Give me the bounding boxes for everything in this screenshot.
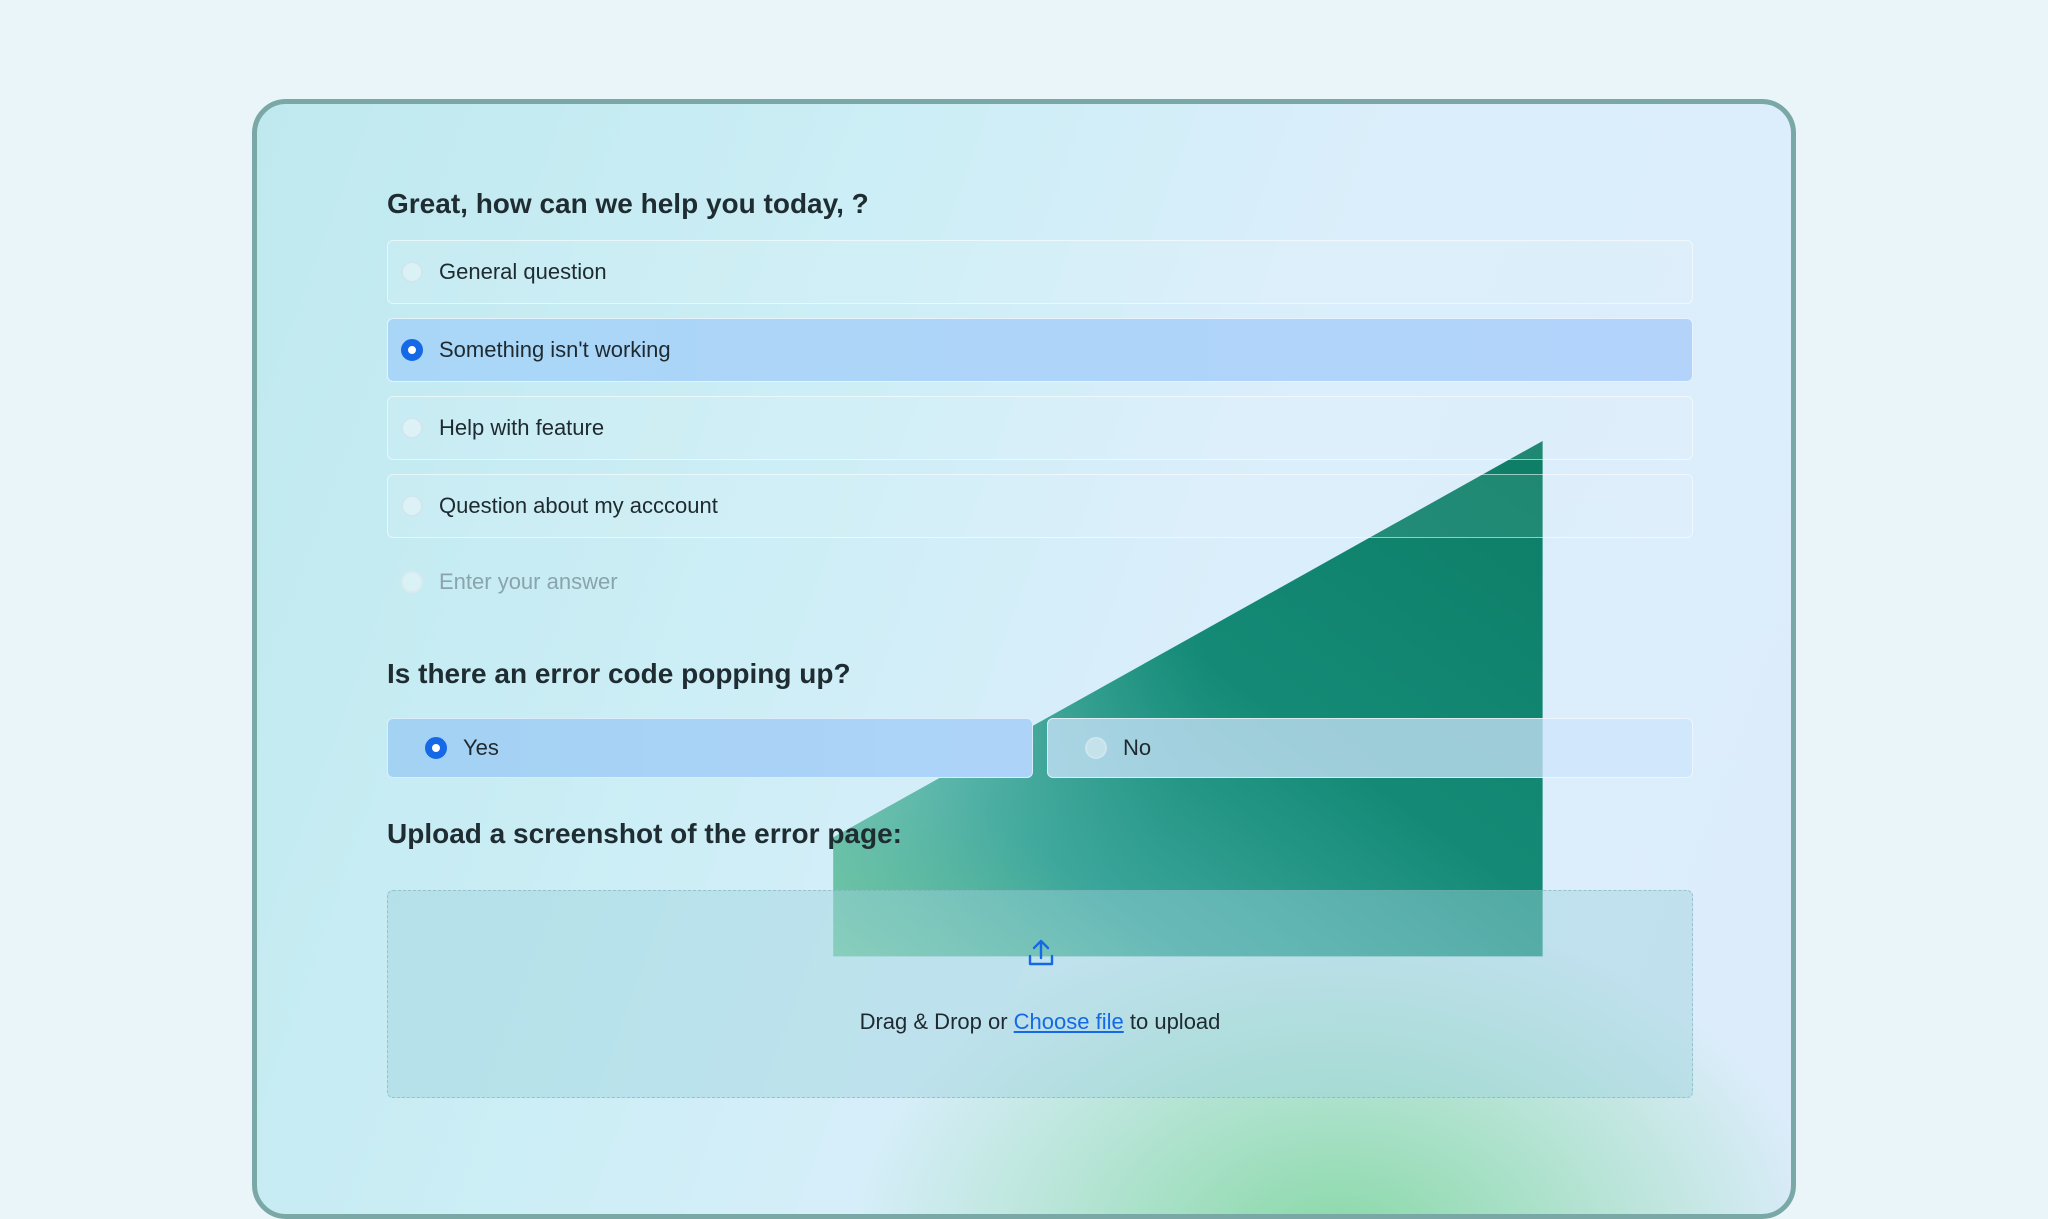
option-label: No	[1123, 735, 1152, 760]
radio-selected-icon[interactable]	[401, 339, 423, 361]
radio-icon[interactable]	[401, 261, 423, 283]
option-no[interactable]: No	[1047, 718, 1693, 778]
support-form: Great, how can we help you today, ? Gene…	[387, 184, 1693, 1098]
option-something-isnt-working[interactable]: Something isn't working	[387, 318, 1693, 382]
choose-file-link[interactable]: Choose file	[1014, 1009, 1124, 1034]
option-label: Something isn't working	[439, 337, 671, 362]
error-question: Is there an error code popping up?	[387, 658, 851, 689]
option-label: Help with feature	[439, 415, 605, 440]
upload-text-before: Drag & Drop or	[859, 1009, 1008, 1034]
upload-instructions: Drag & Drop or Choose file to upload	[388, 1009, 1692, 1035]
error-options: Yes No	[387, 718, 1693, 778]
option-other[interactable]: Enter your answer	[387, 550, 1693, 614]
help-question: Great, how can we help you today, ?	[387, 188, 869, 219]
option-account-question[interactable]: Question about my acccount	[387, 474, 1693, 538]
option-general-question[interactable]: General question	[387, 240, 1693, 304]
form-card: Great, how can we help you today, ? Gene…	[252, 99, 1796, 1219]
option-help-with-feature[interactable]: Help with feature	[387, 396, 1693, 460]
other-answer-input[interactable]: Enter your answer	[439, 569, 618, 595]
upload-question: Upload a screenshot of the error page:	[387, 818, 902, 849]
upload-icon	[1028, 939, 1054, 966]
radio-icon[interactable]	[401, 495, 423, 517]
radio-selected-icon[interactable]	[425, 737, 447, 759]
option-label: Question about my acccount	[439, 493, 718, 518]
upload-dropzone[interactable]: Drag & Drop or Choose file to upload	[387, 890, 1693, 1098]
radio-icon[interactable]	[1085, 737, 1107, 759]
radio-icon[interactable]	[401, 571, 423, 593]
option-yes[interactable]: Yes	[387, 718, 1033, 778]
radio-icon[interactable]	[401, 417, 423, 439]
option-label: Yes	[463, 735, 499, 760]
option-label: General question	[439, 259, 607, 284]
upload-text-after: to upload	[1129, 1009, 1221, 1034]
